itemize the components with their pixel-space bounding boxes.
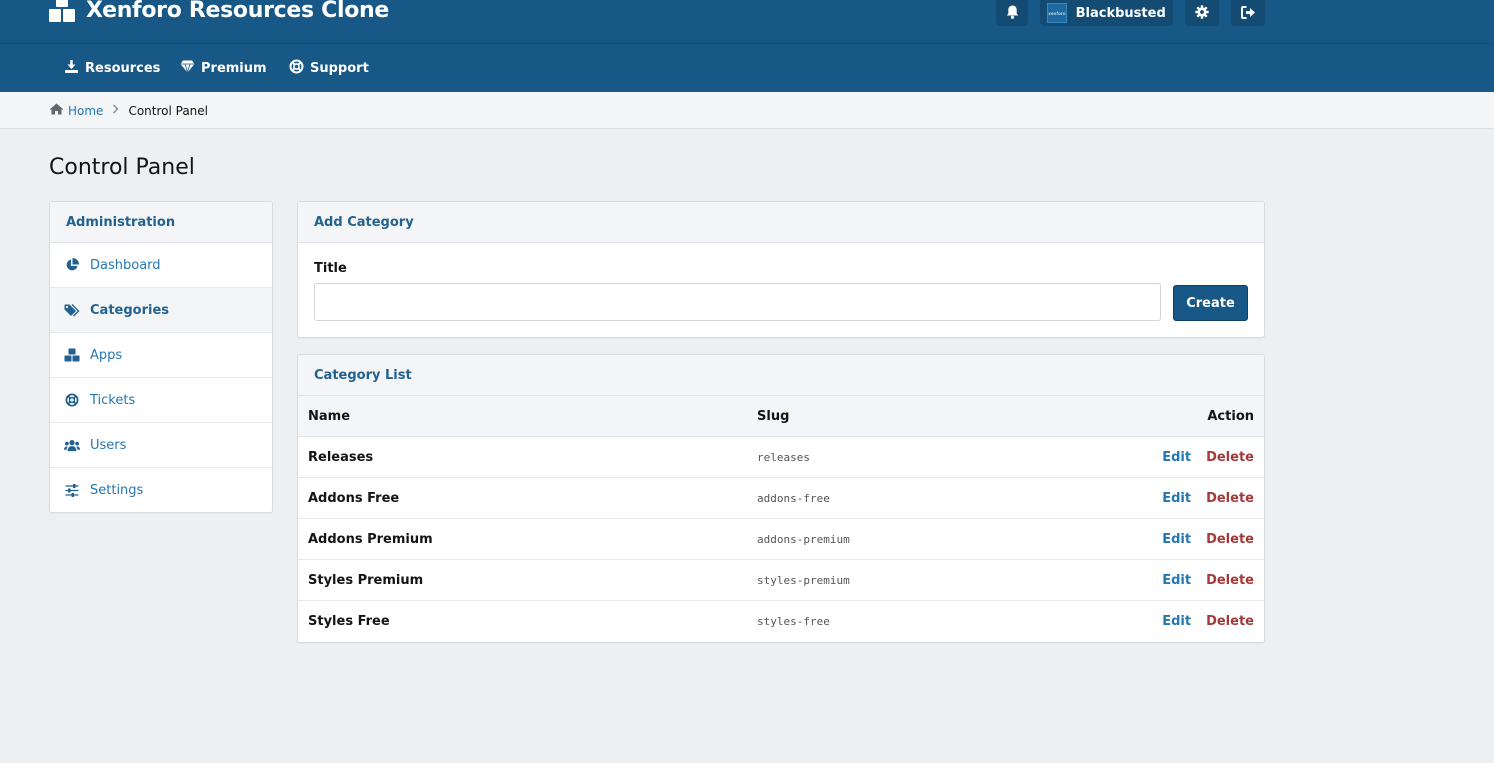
sliders-icon (64, 484, 80, 497)
table-row: Styles Premium styles-premium Edit Delet… (298, 560, 1264, 601)
category-list-header: Category List (298, 355, 1264, 396)
bell-icon (1006, 4, 1019, 23)
nav-item-label: Resources (85, 60, 161, 76)
users-icon (64, 439, 80, 452)
sidebar-item-label: Apps (90, 347, 123, 363)
row-actions: Edit Delete (1162, 519, 1254, 559)
delete-link[interactable]: Delete (1206, 491, 1254, 506)
sidebar-header: Administration (50, 202, 272, 243)
home-icon (49, 103, 64, 118)
nav-item-label: Support (310, 60, 369, 76)
site-logo[interactable]: Xenforo Resources Clone (49, 0, 389, 23)
title-label: Title (314, 261, 347, 276)
delete-link[interactable]: Delete (1206, 450, 1254, 465)
sidebar-item-label: Users (90, 437, 127, 453)
page-title: Control Panel (49, 155, 195, 180)
row-actions: Edit Delete (1162, 560, 1254, 600)
sidebar-item-label: Categories (90, 302, 170, 318)
chevron-right-icon (112, 104, 119, 117)
edit-link[interactable]: Edit (1162, 614, 1191, 629)
nav-item-label: Premium (201, 60, 267, 76)
edit-link[interactable]: Edit (1162, 450, 1191, 465)
sidebar-item-dashboard[interactable]: Dashboard (50, 243, 272, 288)
cubes-logo-icon (49, 0, 76, 23)
table-row: Releases releases Edit Delete (298, 437, 1264, 478)
category-slug: styles-free (757, 614, 830, 628)
category-slug: addons-free (757, 491, 830, 505)
lifebuoy-icon (289, 59, 304, 78)
breadcrumb-home-label: Home (68, 103, 104, 118)
logout-button[interactable] (1231, 0, 1265, 26)
delete-link[interactable]: Delete (1206, 614, 1254, 629)
username: Blackbusted (1075, 5, 1166, 21)
table-row: Styles Free styles-free Edit Delete (298, 601, 1264, 642)
add-category-header: Add Category (298, 202, 1264, 243)
notifications-button[interactable] (996, 0, 1028, 26)
sidebar-item-label: Dashboard (90, 257, 161, 273)
category-name: Addons Free (308, 490, 400, 506)
row-actions: Edit Delete (1162, 437, 1254, 477)
nav-item-support[interactable]: Support (289, 44, 369, 92)
category-list-block: Category List Name Slug Action Releases … (297, 354, 1265, 643)
settings-button[interactable] (1185, 0, 1219, 26)
table-row: Addons Free addons-free Edit Delete (298, 478, 1264, 519)
download-icon (64, 59, 79, 78)
category-name: Addons Premium (308, 531, 433, 547)
edit-link[interactable]: Edit (1162, 532, 1191, 547)
row-actions: Edit Delete (1162, 478, 1254, 518)
table-row: Addons Premium addons-premium Edit Delet… (298, 519, 1264, 560)
create-button[interactable]: Create (1173, 285, 1248, 321)
add-category-block: Add Category Title Create (297, 201, 1265, 338)
tags-icon (64, 303, 80, 317)
column-header-name: Name (308, 408, 351, 424)
nav-item-premium[interactable]: Premium (180, 44, 267, 92)
row-actions: Edit Delete (1162, 601, 1254, 641)
category-name: Styles Premium (308, 572, 424, 588)
avatar: xenforo (1047, 3, 1067, 23)
sidebar-item-apps[interactable]: Apps (50, 333, 272, 378)
delete-link[interactable]: Delete (1206, 532, 1254, 547)
column-header-slug: Slug (757, 408, 790, 424)
delete-link[interactable]: Delete (1206, 573, 1254, 588)
column-header-action: Action (1207, 408, 1254, 424)
edit-link[interactable]: Edit (1162, 573, 1191, 588)
admin-sidebar: Administration Dashboard Categories Apps… (49, 201, 273, 513)
breadcrumb: Home Control Panel (49, 92, 208, 129)
breadcrumb-bar: Home Control Panel (0, 92, 1494, 129)
table-header-row: Name Slug Action (298, 396, 1264, 437)
sidebar-item-settings[interactable]: Settings (50, 468, 272, 512)
category-slug: releases (757, 450, 810, 464)
breadcrumb-home[interactable]: Home (49, 103, 103, 118)
edit-link[interactable]: Edit (1162, 491, 1191, 506)
pie-chart-icon (64, 258, 80, 272)
category-name: Styles Free (308, 613, 390, 629)
site-title: Xenforo Resources Clone (86, 0, 390, 23)
nav-item-resources[interactable]: Resources (64, 44, 160, 92)
sidebar-item-categories[interactable]: Categories (50, 288, 272, 333)
category-title-input[interactable] (314, 283, 1161, 321)
main-nav: Resources Premium Support (0, 44, 1494, 92)
lifebuoy-icon (64, 393, 80, 407)
gem-icon (180, 60, 195, 77)
category-slug: addons-premium (757, 532, 850, 546)
category-slug: styles-premium (757, 573, 850, 587)
sidebar-item-label: Tickets (90, 392, 136, 408)
gear-icon (1195, 4, 1209, 23)
sidebar-item-tickets[interactable]: Tickets (50, 378, 272, 423)
sidebar-item-label: Settings (90, 483, 144, 498)
sign-out-icon (1240, 4, 1256, 23)
category-table: Name Slug Action Releases releases Edit … (298, 396, 1264, 642)
user-menu-button[interactable]: xenforo Blackbusted (1040, 0, 1173, 26)
sidebar-item-users[interactable]: Users (50, 423, 272, 468)
breadcrumb-current: Control Panel (128, 103, 209, 118)
category-name: Releases (308, 449, 374, 465)
cubes-icon (64, 348, 80, 362)
site-header: Xenforo Resources Clone xenforo Blackbus… (0, 0, 1494, 44)
